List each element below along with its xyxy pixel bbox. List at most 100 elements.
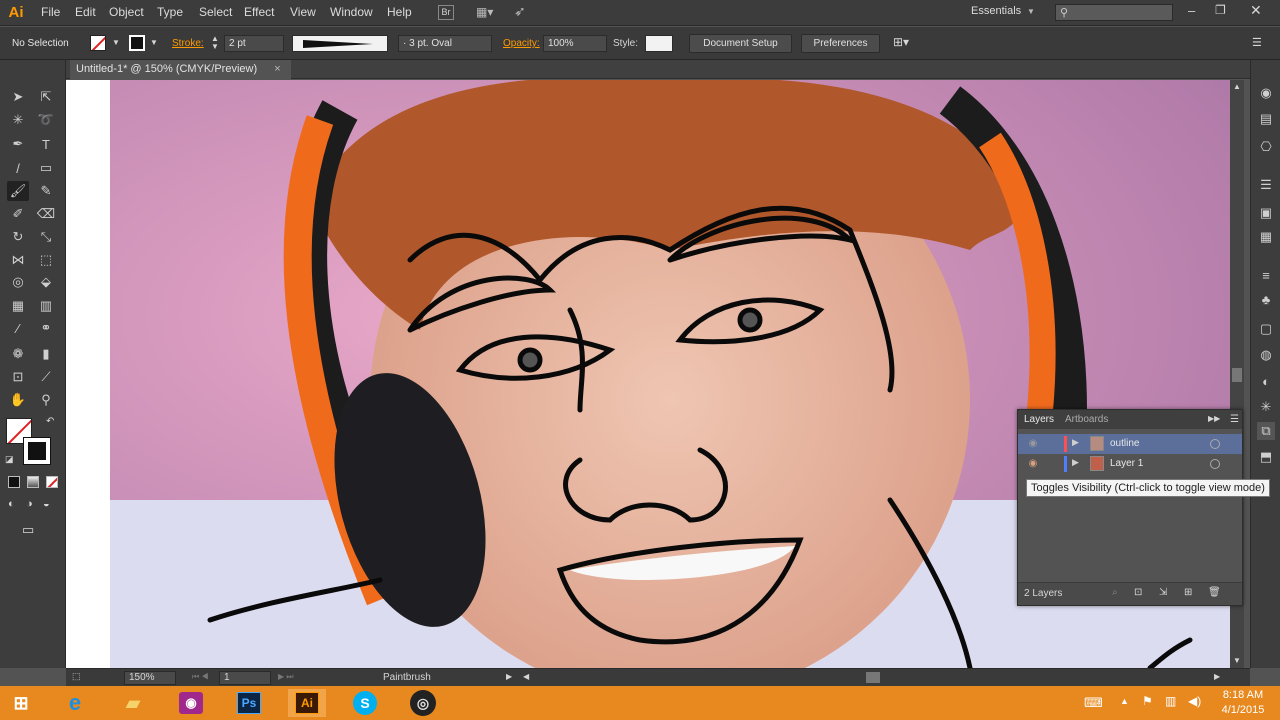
volume-icon[interactable]: ◀) xyxy=(1188,694,1201,708)
menu-view[interactable]: View xyxy=(290,5,316,19)
keyboard-icon[interactable]: ⌨ xyxy=(1084,695,1103,711)
menu-edit[interactable]: Edit xyxy=(75,5,96,19)
shape-builder-tool-icon[interactable]: ◎ xyxy=(7,272,29,292)
graphic-styles-icon[interactable]: ▢ xyxy=(1257,320,1275,338)
minimize-icon[interactable]: – xyxy=(1188,3,1195,18)
direct-selection-tool-icon[interactable]: ⇱ xyxy=(35,87,57,107)
chevron-down-icon[interactable]: ▼ xyxy=(1027,7,1035,16)
none-mode-icon[interactable] xyxy=(46,476,58,488)
opacity-label[interactable]: Opacity: xyxy=(503,38,540,49)
locate-object-icon[interactable]: ⌕ xyxy=(1112,587,1118,598)
blob-brush-tool-icon[interactable]: ✐ xyxy=(7,204,29,224)
swap-colors-icon[interactable]: ↶ xyxy=(46,416,54,427)
screen-mode-icon[interactable]: ▭ xyxy=(22,522,34,538)
artboard-tool-icon[interactable]: ⊡ xyxy=(7,367,29,387)
slice-tool-icon[interactable]: ⟋ xyxy=(35,367,57,387)
expand-arrow-icon[interactable]: ▶ xyxy=(1072,457,1079,468)
show-hidden-icons-icon[interactable]: ▲ xyxy=(1120,696,1129,706)
artboard-nav-icon[interactable]: ⬚ xyxy=(72,671,81,682)
stroke-stepper-icon[interactable]: ▲ ▼ xyxy=(211,35,219,51)
gradient-tool-icon[interactable]: ▥ xyxy=(35,296,57,316)
stroke-label[interactable]: Stroke: xyxy=(172,38,204,49)
preferences-button[interactable]: Preferences xyxy=(801,34,880,53)
layers-panel-icon[interactable]: ⧉ xyxy=(1257,422,1275,440)
pen-tool-icon[interactable]: ✒ xyxy=(7,134,29,154)
brushes-panel-icon[interactable]: ≡ xyxy=(1257,266,1275,284)
graphic-style-picker[interactable] xyxy=(645,35,673,52)
status-menu-icon[interactable]: ▶ xyxy=(506,672,512,681)
document-tab[interactable]: Untitled-1* @ 150% (CMYK/Preview) × xyxy=(70,60,291,79)
system-clock[interactable]: 8:18 AM 4/1/2015 xyxy=(1212,688,1274,718)
menu-object[interactable]: Object xyxy=(109,5,144,19)
arrange-documents-icon[interactable]: ▦▾ xyxy=(476,5,500,20)
symbols-panel-icon[interactable]: ♣ xyxy=(1257,290,1275,308)
blend-tool-icon[interactable]: ⚭ xyxy=(35,318,57,338)
layer-target-icon[interactable] xyxy=(1210,439,1220,449)
align-options-icon[interactable]: ⊞▾ xyxy=(893,35,909,49)
zoom-field[interactable]: 150% xyxy=(124,671,176,685)
gpu-performance-icon[interactable]: ➶ xyxy=(514,3,526,20)
photoshop-icon[interactable]: Ps xyxy=(230,689,268,717)
line-tool-icon[interactable]: / xyxy=(7,158,29,178)
panel-menu-icon[interactable]: ☰ xyxy=(1252,36,1262,49)
swatches-panel-icon[interactable]: ▦ xyxy=(1257,228,1275,246)
close-icon[interactable]: ✕ xyxy=(1250,2,1262,19)
scroll-thumb[interactable] xyxy=(1232,368,1242,382)
expand-arrow-icon[interactable]: ▶ xyxy=(1072,437,1079,448)
start-icon[interactable]: ⊞ xyxy=(2,689,40,717)
gradient-mode-icon[interactable] xyxy=(27,476,39,488)
scale-tool-icon[interactable]: ⤡ xyxy=(35,227,57,247)
internet-explorer-icon[interactable]: e xyxy=(56,689,94,717)
paintbrush-tool-icon[interactable]: 🖌 xyxy=(7,181,29,201)
pencil-tool-icon[interactable]: ✎ xyxy=(35,181,57,201)
horizontal-scroll-thumb[interactable] xyxy=(866,672,880,683)
stroke-weight-field[interactable]: 2 pt xyxy=(224,35,284,52)
perspective-grid-tool-icon[interactable]: ▦ xyxy=(7,296,29,316)
visibility-eye-icon[interactable]: ◉ xyxy=(1026,437,1040,451)
obs-icon[interactable]: ◎ xyxy=(404,689,442,717)
layer-target-icon[interactable] xyxy=(1210,459,1220,469)
illustrator-icon[interactable]: Ai xyxy=(288,689,326,717)
layer-name[interactable]: outline xyxy=(1110,438,1139,449)
menu-type[interactable]: Type xyxy=(157,5,183,19)
camera-app-icon[interactable]: ◉ xyxy=(172,689,210,717)
rotate-tool-icon[interactable]: ↻ xyxy=(7,227,29,247)
network-icon[interactable]: ▥ xyxy=(1165,694,1176,708)
stroke-color-swatch[interactable] xyxy=(23,437,51,465)
new-layer-icon[interactable]: ⊞ xyxy=(1184,587,1192,598)
layers-menu-icon[interactable]: ☰ xyxy=(1230,414,1239,425)
stroke-panel-icon[interactable]: ☰ xyxy=(1257,176,1275,194)
eyedropper-tool-icon[interactable]: ⁄ xyxy=(7,318,29,338)
transparency-panel-icon[interactable]: ◐ xyxy=(1257,372,1275,390)
skype-icon[interactable]: S xyxy=(346,689,384,717)
layer-name[interactable]: Layer 1 xyxy=(1110,458,1143,469)
hscroll-right-icon[interactable]: ▶ xyxy=(1214,672,1220,681)
search-input[interactable]: ⚲ xyxy=(1055,4,1173,21)
new-sublayer-icon[interactable]: ⇲ xyxy=(1159,587,1167,598)
action-center-icon[interactable]: ⚑ xyxy=(1142,694,1153,708)
lasso-tool-icon[interactable]: ➰ xyxy=(35,110,57,130)
last-artboard-icon[interactable]: ▶ ⏭ xyxy=(278,672,294,682)
delete-layer-icon[interactable]: 🗑 xyxy=(1208,587,1221,598)
color-panel-icon[interactable]: ◉ xyxy=(1257,84,1275,102)
tab-layers[interactable]: Layers xyxy=(1024,414,1054,425)
symbol-sprayer-tool-icon[interactable]: ❁ xyxy=(7,344,29,364)
scroll-up-icon[interactable]: ▲ xyxy=(1233,82,1241,91)
brush-definition-field[interactable]: · 3 pt. Oval xyxy=(398,35,492,52)
hscroll-left-icon[interactable]: ◀ xyxy=(523,672,529,681)
cc-libraries-icon[interactable]: ⎔ xyxy=(1257,138,1275,156)
color-guide-icon[interactable]: ▤ xyxy=(1257,110,1275,128)
column-graph-tool-icon[interactable]: ▮ xyxy=(35,344,57,364)
layer-row-layer-1[interactable]: ◉ ▶ Layer 1 xyxy=(1018,454,1242,474)
magic-wand-tool-icon[interactable]: ✳ xyxy=(7,110,29,130)
tab-artboards[interactable]: Artboards xyxy=(1065,414,1108,425)
bridge-icon[interactable]: Br xyxy=(438,5,454,20)
free-transform-tool-icon[interactable]: ⬚ xyxy=(35,250,57,270)
live-paint-tool-icon[interactable]: ⬙ xyxy=(35,272,57,292)
type-tool-icon[interactable]: T xyxy=(35,134,57,154)
menu-window[interactable]: Window xyxy=(330,5,373,19)
document-setup-button[interactable]: Document Setup xyxy=(689,34,792,53)
align-panel-icon[interactable]: ✳ xyxy=(1257,398,1275,416)
menu-select[interactable]: Select xyxy=(199,5,232,19)
selection-tool-icon[interactable]: ➤ xyxy=(7,87,29,107)
